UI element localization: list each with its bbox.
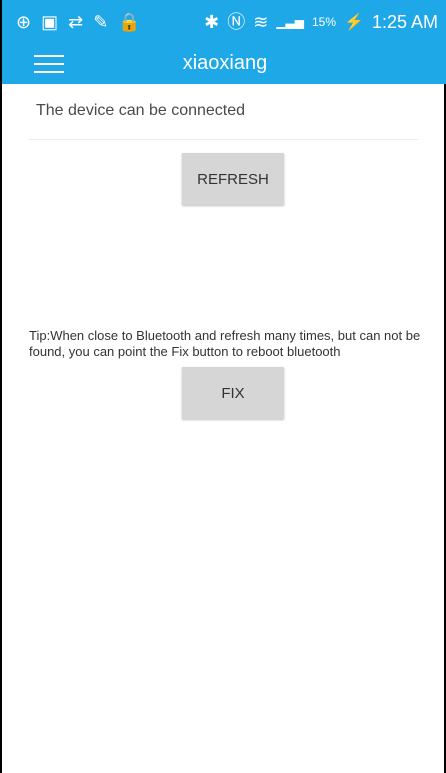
signal-icon: ▁▃▅ [276, 15, 304, 29]
app-toolbar: xiaoxiang [2, 44, 446, 84]
clock: 1:25 AM [371, 12, 438, 32]
lock-warning-icon: 🔒 [118, 12, 141, 32]
image-icon: ▣ [41, 12, 59, 32]
battery-percent: 15% [312, 15, 337, 29]
app-title: xiaoxiang [182, 52, 268, 74]
battery-icon: ⚡ [344, 14, 364, 31]
bluetooth-icon: ✱ [204, 12, 220, 32]
status-bar: ⊕ ▣ ⇄ ✎ 🔒 ✱ Ⓝ ≋ ▁▃▅ 15% ⚡ 1:25 AM [2, 0, 446, 44]
divider [28, 139, 418, 140]
connection-status-text: The device can be connected [36, 102, 246, 119]
edit-icon: ✎ [93, 12, 109, 32]
tip-text: Tip:When close to Bluetooth and refresh … [29, 328, 421, 359]
sync-icon: ⇄ [68, 12, 84, 32]
vibrate-icon: ≋ [253, 12, 269, 32]
status-icons-left: ⊕ ▣ ⇄ ✎ 🔒 [16, 10, 141, 34]
refresh-button[interactable]: REFRESH [182, 153, 284, 205]
app-screen: ⊕ ▣ ⇄ ✎ 🔒 ✱ Ⓝ ≋ ▁▃▅ 15% ⚡ 1:25 AM xiaoxi… [0, 0, 446, 773]
plus-icon: ⊕ [16, 12, 32, 32]
nfc-icon: Ⓝ [227, 12, 246, 32]
fix-button[interactable]: FIX [182, 367, 284, 419]
status-icons-right: ✱ Ⓝ ≋ ▁▃▅ 15% ⚡ 1:25 AM [204, 9, 438, 35]
